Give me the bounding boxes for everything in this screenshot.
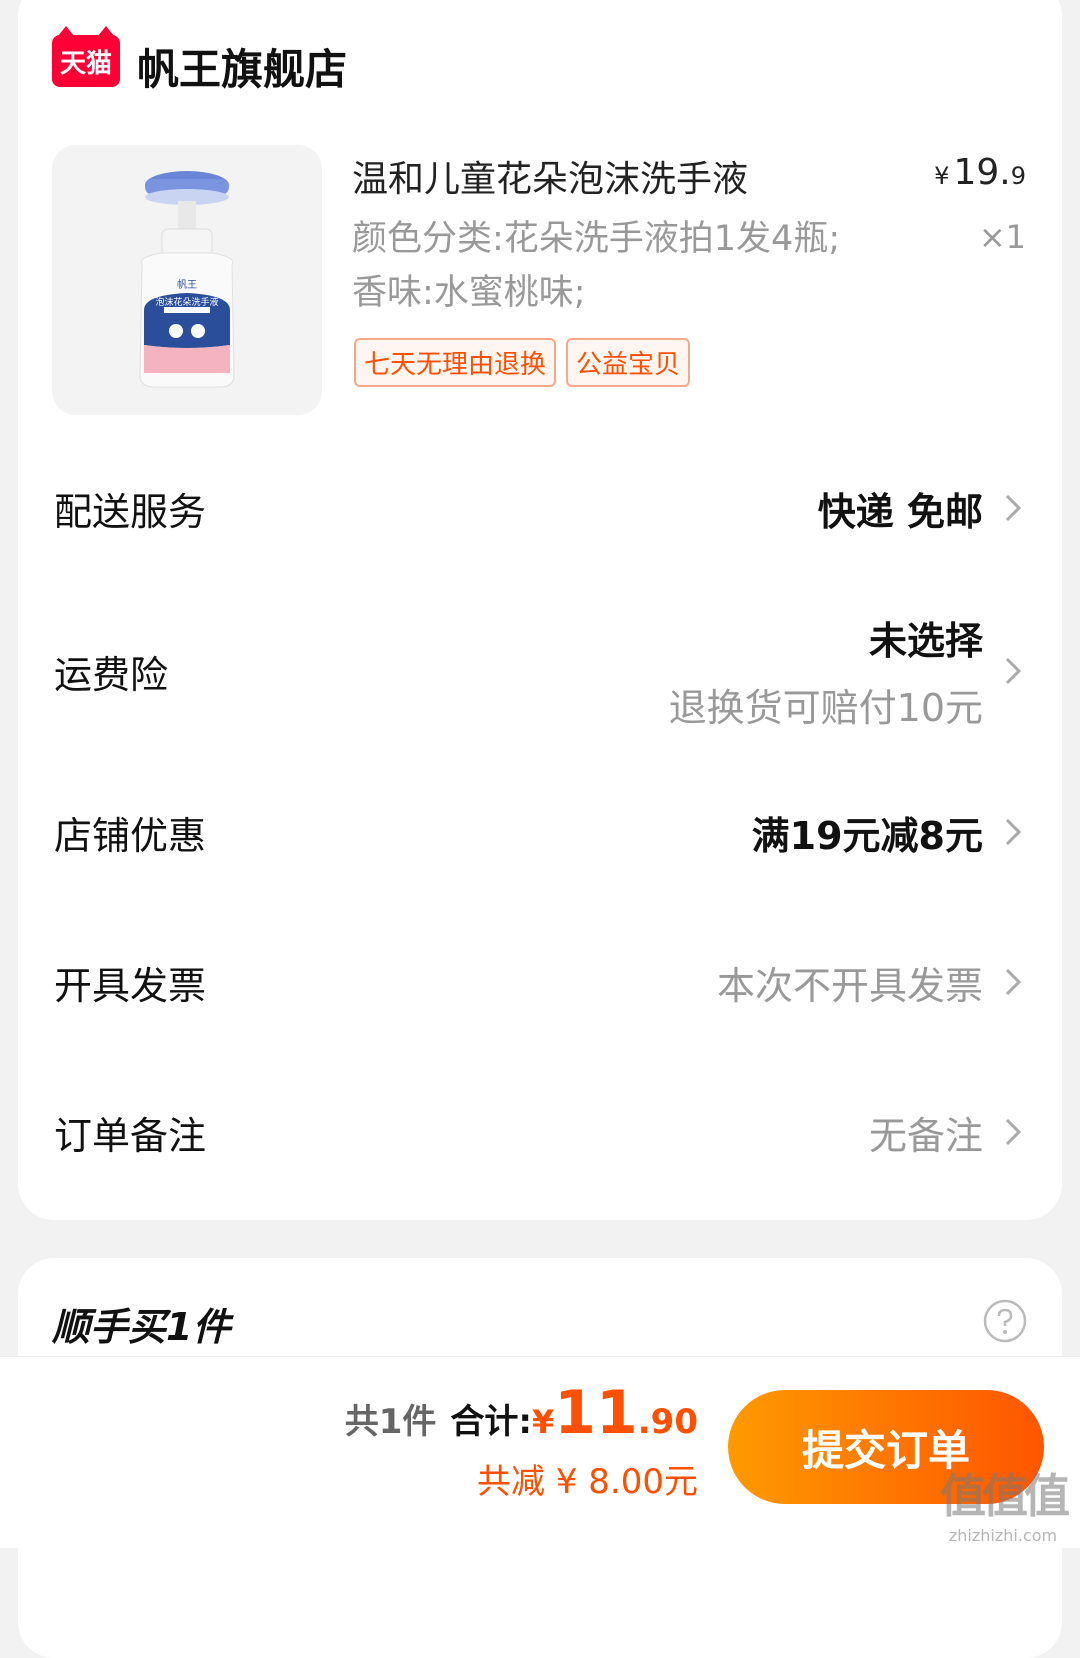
note-value: 无备注: [868, 1113, 983, 1158]
tag-charity: 公益宝贝: [566, 338, 691, 387]
chevron-right-icon: [1005, 968, 1022, 996]
product-image[interactable]: 帆王 泡沫花朵洗手液: [52, 145, 322, 415]
store-name[interactable]: 帆王旗舰店: [137, 36, 347, 97]
price-symbol: ¥: [934, 162, 950, 190]
delivery-value: 快递 免邮: [817, 489, 983, 534]
foam-soap-bottle-icon: 帆王 泡沫花朵洗手液: [52, 145, 322, 415]
chevron-right-icon: [1005, 1118, 1022, 1146]
product-title[interactable]: 温和儿童花朵泡沫洗手液: [352, 150, 748, 202]
price-decimal: 9: [1010, 162, 1026, 190]
row-shipping-insurance[interactable]: 运费险 未选择 退换货可赔付10元: [54, 608, 1029, 734]
row-store-discount[interactable]: 店铺优惠 满19元减8元: [54, 802, 1029, 862]
total-symbol: ¥: [532, 1403, 555, 1441]
row-order-note[interactable]: 订单备注 无备注: [54, 1102, 1029, 1162]
insurance-label: 运费险: [54, 652, 169, 697]
chevron-right-icon: [1005, 657, 1022, 685]
insurance-value: 未选择: [868, 619, 983, 663]
svg-text:泡沫花朵洗手液: 泡沫花朵洗手液: [155, 296, 218, 308]
tmall-badge-text: 天猫: [59, 48, 112, 79]
chevron-right-icon: [1005, 818, 1022, 846]
invoice-value: 本次不开具发票: [716, 963, 983, 1008]
addon-title: 顺手买1件: [52, 1305, 231, 1349]
product-sku[interactable]: 颜色分类:花朵洗手液拍1发4瓶;香味:水蜜桃味;: [352, 212, 862, 320]
product-price: ¥19.9: [934, 152, 1026, 193]
total-discount: 共减 ¥ 8.00元: [477, 1462, 698, 1502]
price-integer: 19.: [953, 152, 1011, 193]
row-invoice[interactable]: 开具发票 本次不开具发票: [54, 952, 1029, 1012]
delivery-label: 配送服务: [54, 489, 207, 534]
discount-label: 店铺优惠: [54, 813, 207, 858]
total-label: 合计:: [450, 1402, 532, 1442]
svg-text:帆王: 帆王: [177, 278, 197, 291]
product-quantity: ×1: [978, 218, 1026, 256]
product-tags: 七天无理由退换 公益宝贝: [354, 338, 691, 387]
note-label: 订单备注: [54, 1113, 207, 1158]
order-total: 共1件 合计: ¥ 11 .90: [345, 1378, 698, 1448]
submit-order-button[interactable]: 提交订单: [728, 1390, 1044, 1504]
item-count: 共1件: [344, 1402, 437, 1442]
discount-value: 满19元减8元: [751, 813, 983, 858]
chevron-right-icon: [1005, 494, 1022, 522]
total-integer: 11: [554, 1378, 638, 1448]
tag-seven-day-return: 七天无理由退换: [354, 338, 557, 387]
invoice-label: 开具发票: [54, 963, 207, 1008]
row-delivery[interactable]: 配送服务 快递 免邮: [54, 478, 1029, 538]
tmall-logo-icon: 天猫: [52, 26, 120, 87]
help-icon[interactable]: [982, 1298, 1028, 1344]
total-decimal: .90: [637, 1402, 698, 1442]
insurance-sub: 退换货可赔付10元: [668, 686, 983, 730]
